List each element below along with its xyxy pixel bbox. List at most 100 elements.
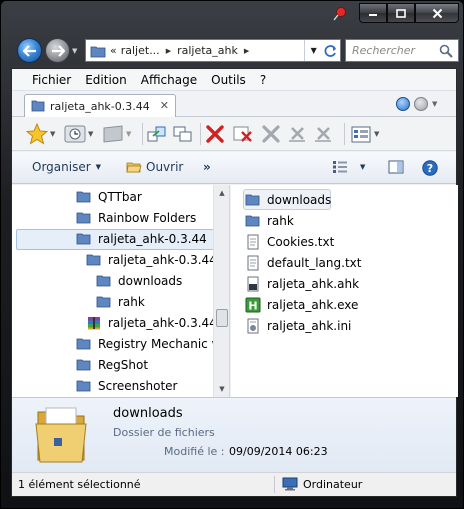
- refresh-icon[interactable]: [323, 40, 341, 61]
- search-box[interactable]: Rechercher: [345, 39, 459, 62]
- folder-icon: [76, 212, 91, 224]
- tab-back-icon[interactable]: [396, 97, 410, 111]
- file-item[interactable]: raljeta_ahk.ini: [245, 316, 351, 336]
- file-item[interactable]: raljeta_ahk.ahk: [245, 274, 359, 294]
- maximize-button[interactable]: [387, 3, 415, 23]
- clock-icon: [64, 125, 86, 143]
- back-arrow-icon: [22, 44, 36, 57]
- tab-close-icon[interactable]: ✕: [160, 99, 169, 112]
- open-button[interactable]: Ouvrir: [126, 160, 183, 174]
- breadcrumb-item[interactable]: raljeta_ahk: [177, 44, 238, 57]
- more-commands-button[interactable]: »: [203, 160, 211, 174]
- file-item[interactable]: default_lang.txt: [245, 253, 361, 273]
- search-icon[interactable]: [438, 43, 454, 59]
- menu-affichage[interactable]: Affichage: [141, 73, 197, 87]
- clone-window-button[interactable]: [172, 123, 194, 145]
- minimize-button[interactable]: [359, 3, 387, 23]
- tab-raljeta[interactable]: raljeta_ahk-0.3.44 ✕: [24, 94, 176, 117]
- tree-item[interactable]: RegShot: [76, 355, 148, 375]
- address-bar[interactable]: « raljet... ▶ raljeta_ahk ▶ ▼: [85, 39, 341, 62]
- tree-scrollbar[interactable]: ▲ ▼: [213, 185, 229, 397]
- folder-icon: [245, 215, 260, 227]
- breadcrumb-arrow-icon[interactable]: ▶: [166, 47, 171, 55]
- tree-item[interactable]: raljeta_ahk-0.3.44: [76, 229, 207, 249]
- menu-help[interactable]: ?: [260, 73, 266, 87]
- file-item[interactable]: Cookies.txt: [245, 232, 334, 252]
- location-status: Ordinateur: [282, 477, 362, 491]
- grid-menu-icon: [351, 126, 371, 143]
- file-item[interactable]: rahk: [245, 211, 294, 231]
- tab-forward-icon[interactable]: [414, 97, 428, 111]
- address-overflow[interactable]: «: [110, 44, 117, 57]
- large-folder-icon: [35, 407, 87, 463]
- folder-icon: [245, 194, 260, 206]
- pin-icon[interactable]: [333, 7, 347, 21]
- preview-pane-icon: [388, 160, 404, 174]
- file-item[interactable]: downloads: [245, 190, 331, 210]
- options-button[interactable]: ▼: [350, 123, 379, 145]
- tree-item-selected[interactable]: raljeta_ahk-0.3.44: [86, 250, 217, 270]
- file-item[interactable]: H raljeta_ahk.exe: [245, 295, 358, 315]
- organize-button[interactable]: Organiser ▼: [32, 160, 101, 174]
- svg-text:H: H: [248, 300, 257, 313]
- ahk-script-icon: [247, 276, 259, 292]
- folder-icon: [76, 359, 91, 371]
- file-list[interactable]: downloads rahk Cookies.txt default_lang.…: [231, 185, 458, 397]
- computer-icon: [282, 477, 298, 491]
- tree-item[interactable]: Registry Mechanic v10: [76, 334, 230, 354]
- toolbar-separator: [200, 123, 201, 145]
- tree-item[interactable]: raljeta_ahk-0.3.44.zip: [86, 313, 229, 333]
- breadcrumb-arrow-icon[interactable]: ▶: [244, 47, 249, 55]
- recent-pages-dropdown[interactable]: ▼: [72, 47, 77, 55]
- scroll-down-icon[interactable]: ▼: [214, 381, 229, 397]
- tree-item-label: raljeta_ahk-0.3.44: [98, 232, 207, 246]
- close-button[interactable]: [415, 3, 459, 23]
- toolbar-separator: [142, 123, 143, 145]
- tree-item[interactable]: rahk: [96, 292, 145, 312]
- tree-item[interactable]: downloads: [96, 271, 182, 291]
- tab-menu-icon[interactable]: ▼: [432, 97, 440, 111]
- menu-outils[interactable]: Outils: [211, 73, 246, 87]
- help-button[interactable]: ?: [422, 160, 438, 176]
- red-x-icon: [206, 125, 224, 143]
- search-placeholder[interactable]: Rechercher: [352, 44, 438, 57]
- chevron-down-icon[interactable]: ▼: [305, 40, 323, 61]
- back-button[interactable]: [17, 38, 42, 63]
- forward-arrow-icon: [51, 44, 65, 57]
- tree-item-label: Rainbow Folders: [98, 211, 197, 225]
- history-button[interactable]: ▼: [64, 123, 93, 145]
- preview-pane-button[interactable]: [388, 160, 404, 174]
- tree-item[interactable]: QTTbar: [76, 187, 142, 207]
- navigation-pane[interactable]: QTTbar Rainbow Folders raljeta_ahk-0.3.4…: [12, 185, 230, 397]
- menu-bar: Fichier Edition Affichage Outils ?: [12, 69, 456, 91]
- close-all-button[interactable]: [312, 123, 334, 145]
- selection-status: 1 élément sélectionné: [18, 478, 141, 491]
- details-type: Dossier de fichiers: [113, 426, 215, 439]
- close-window-icon: [233, 126, 252, 142]
- close-right-button[interactable]: [286, 123, 308, 145]
- close-left-button[interactable]: [260, 123, 282, 145]
- go-up-button[interactable]: [146, 123, 168, 145]
- tree-item-label: Registry Mechanic v10: [98, 337, 230, 351]
- scroll-thumb[interactable]: [216, 309, 228, 327]
- window-button[interactable]: ▼: [102, 123, 131, 145]
- breadcrumb-item[interactable]: raljet...: [121, 44, 160, 57]
- favorites-button[interactable]: ▼: [26, 123, 55, 145]
- file-item-label: raljeta_ahk.exe: [267, 298, 359, 312]
- tree-item[interactable]: Screenshoter: [76, 376, 177, 396]
- text-file-icon: [247, 234, 259, 250]
- tree-item[interactable]: Rainbow Folders: [76, 208, 196, 228]
- close-others-button[interactable]: [232, 123, 254, 145]
- view-button[interactable]: ▼: [332, 160, 365, 174]
- grey-x-left-icon: [289, 127, 305, 142]
- forward-button[interactable]: [45, 38, 70, 63]
- zip-archive-icon: [88, 317, 100, 330]
- menu-edition[interactable]: Edition: [85, 73, 127, 87]
- maximize-icon: [396, 8, 406, 18]
- scroll-up-icon[interactable]: ▲: [214, 185, 229, 201]
- close-icon: [432, 8, 442, 18]
- open-label: Ouvrir: [146, 160, 184, 174]
- close-tab-button[interactable]: [204, 123, 226, 145]
- details-modified-value: 09/09/2014 06:23: [229, 445, 328, 458]
- menu-fichier[interactable]: Fichier: [32, 73, 71, 87]
